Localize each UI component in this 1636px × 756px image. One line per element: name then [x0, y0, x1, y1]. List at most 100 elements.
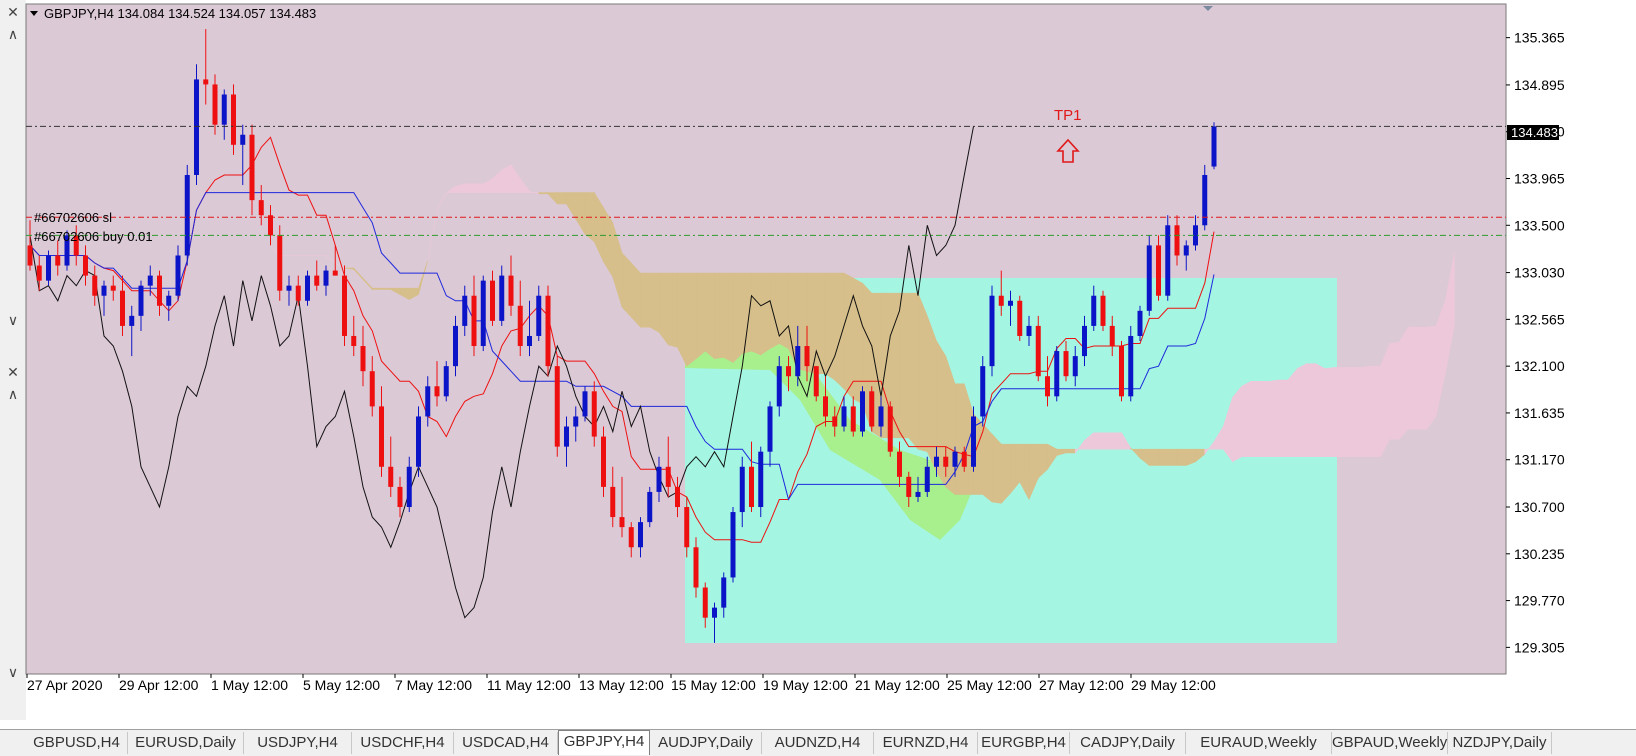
candle-body [1202, 174, 1208, 226]
cloud-segment [1167, 448, 1178, 466]
tab-usdjpy-h4[interactable]: USDJPY,H4 [244, 732, 352, 754]
candle-body [157, 275, 162, 306]
tab-eurgbp-h4[interactable]: EURGBP,H4 [978, 732, 1070, 754]
candle-body [943, 456, 949, 467]
candle-body [517, 305, 523, 347]
price-tick-label: 135.365 [1514, 30, 1565, 46]
candle-body [1054, 351, 1060, 397]
symbol-tab-bar: GBPUSD,H4 EURUSD,Daily USDJPY,H4 USDCHF,H4 U… [0, 729, 1636, 756]
candle-body [656, 466, 662, 492]
candle-body [1211, 126, 1217, 167]
cloud-segment [815, 272, 826, 375]
candle-body [536, 295, 542, 336]
candle-body [573, 416, 579, 427]
cloud-segment [908, 292, 919, 451]
cloud-segment [982, 423, 993, 503]
cloud-segment [954, 383, 965, 495]
candle-body [471, 295, 477, 347]
candle-body [1045, 376, 1050, 397]
candle-body [221, 94, 227, 125]
candle-body [249, 134, 255, 201]
tab-gbpusd-h4[interactable]: GBPUSD,H4 [26, 732, 128, 754]
candle-body [850, 406, 856, 432]
time-tick-label: 5 May 12:00 [303, 677, 380, 693]
price-tick-label: 133.500 [1514, 217, 1565, 233]
candle-body [194, 79, 199, 175]
candle-body [443, 366, 449, 397]
chart-area[interactable]: 135.365134.895134.430133.965133.500133.0… [0, 0, 1636, 720]
cloud-segment [621, 252, 632, 318]
candle-body [360, 346, 366, 372]
time-tick-label: 15 May 12:00 [671, 677, 756, 693]
cloud-segment [667, 272, 678, 348]
tab-audnzd-h4[interactable]: AUDNZD,H4 [762, 732, 874, 754]
candle-body [971, 416, 976, 467]
tab-audjpy-daily[interactable]: AUDJPY,Daily [650, 732, 762, 754]
candle-body [591, 391, 597, 437]
price-tick-label: 131.635 [1514, 405, 1565, 421]
price-tick-label: 131.170 [1514, 452, 1565, 468]
cloud-segment [1315, 363, 1326, 458]
tab-usdchf-h4[interactable]: USDCHF,H4 [352, 732, 454, 754]
cloud-segment [1389, 341, 1400, 440]
candle-body [813, 366, 819, 397]
cloud-segment [760, 272, 771, 356]
cloud-segment [630, 262, 641, 328]
candle-body [120, 290, 125, 326]
candle-body [823, 396, 828, 417]
tab-cadjpy-daily[interactable]: CADJPY,Daily [1070, 732, 1186, 754]
candle-body [46, 255, 51, 281]
candle-body [203, 79, 209, 85]
candle-body [388, 466, 394, 487]
cloud-segment [1278, 379, 1289, 458]
cloud-segment [371, 287, 382, 290]
candle-body [175, 255, 181, 296]
candle-body [980, 366, 986, 417]
candle-body [212, 84, 218, 125]
candle-body [499, 275, 505, 321]
cloud-segment [1306, 363, 1317, 458]
tab-euraud-weekly[interactable]: EURAUD,Weekly [1186, 732, 1332, 754]
tab-usdcad-h4[interactable]: USDCAD,H4 [454, 732, 558, 754]
cloud-segment [538, 192, 549, 195]
candle-body [638, 522, 643, 548]
cloud-segment [778, 272, 789, 350]
price-chart[interactable]: 135.365134.895134.430133.965133.500133.0… [0, 0, 1636, 720]
candle-body [897, 451, 902, 477]
candle-body [332, 270, 338, 276]
time-tick-label: 29 Apr 12:00 [119, 677, 199, 693]
candle-body [924, 466, 930, 492]
price-tick-label: 133.965 [1514, 171, 1565, 187]
candle-body [730, 512, 736, 578]
tab-eurusd-daily[interactable]: EURUSD,Daily [128, 732, 244, 754]
time-tick-label: 7 May 12:00 [395, 677, 472, 693]
candle-body [277, 235, 283, 291]
price-axis: 135.365134.895134.430133.965133.500133.0… [1506, 30, 1565, 655]
candle-body [647, 491, 653, 523]
price-tick-label: 132.565 [1514, 311, 1565, 327]
candle-body [795, 346, 801, 377]
candle-body [314, 275, 320, 286]
price-tick-label: 129.305 [1514, 639, 1565, 655]
candle-body [138, 285, 144, 316]
candle-body [480, 280, 486, 347]
candle-body [1026, 325, 1032, 336]
price-tick-label: 133.030 [1514, 265, 1565, 281]
candle-body [1008, 300, 1013, 306]
tab-nzdjpy-daily[interactable]: NZDJPY,Daily [1448, 732, 1552, 754]
tab-gbpaud-weekly[interactable]: GBPAUD,Weekly [1332, 732, 1448, 754]
candle-body [915, 491, 921, 497]
candle-body [1091, 295, 1097, 326]
candle-body [998, 295, 1004, 306]
cloud-segment [714, 272, 725, 359]
candle-body [129, 315, 135, 326]
candle-body [665, 466, 671, 487]
cloud-segment [501, 164, 512, 193]
tab-gbpjpy-h4[interactable]: GBPJPY,H4 [558, 730, 650, 755]
tab-eurnzd-h4[interactable]: EURNZD,H4 [874, 732, 978, 754]
candle-body [758, 451, 764, 508]
cloud-segment [1370, 365, 1381, 458]
candle-body [684, 507, 690, 548]
cloud-segment [732, 272, 743, 364]
cloud-segment [1352, 367, 1363, 458]
